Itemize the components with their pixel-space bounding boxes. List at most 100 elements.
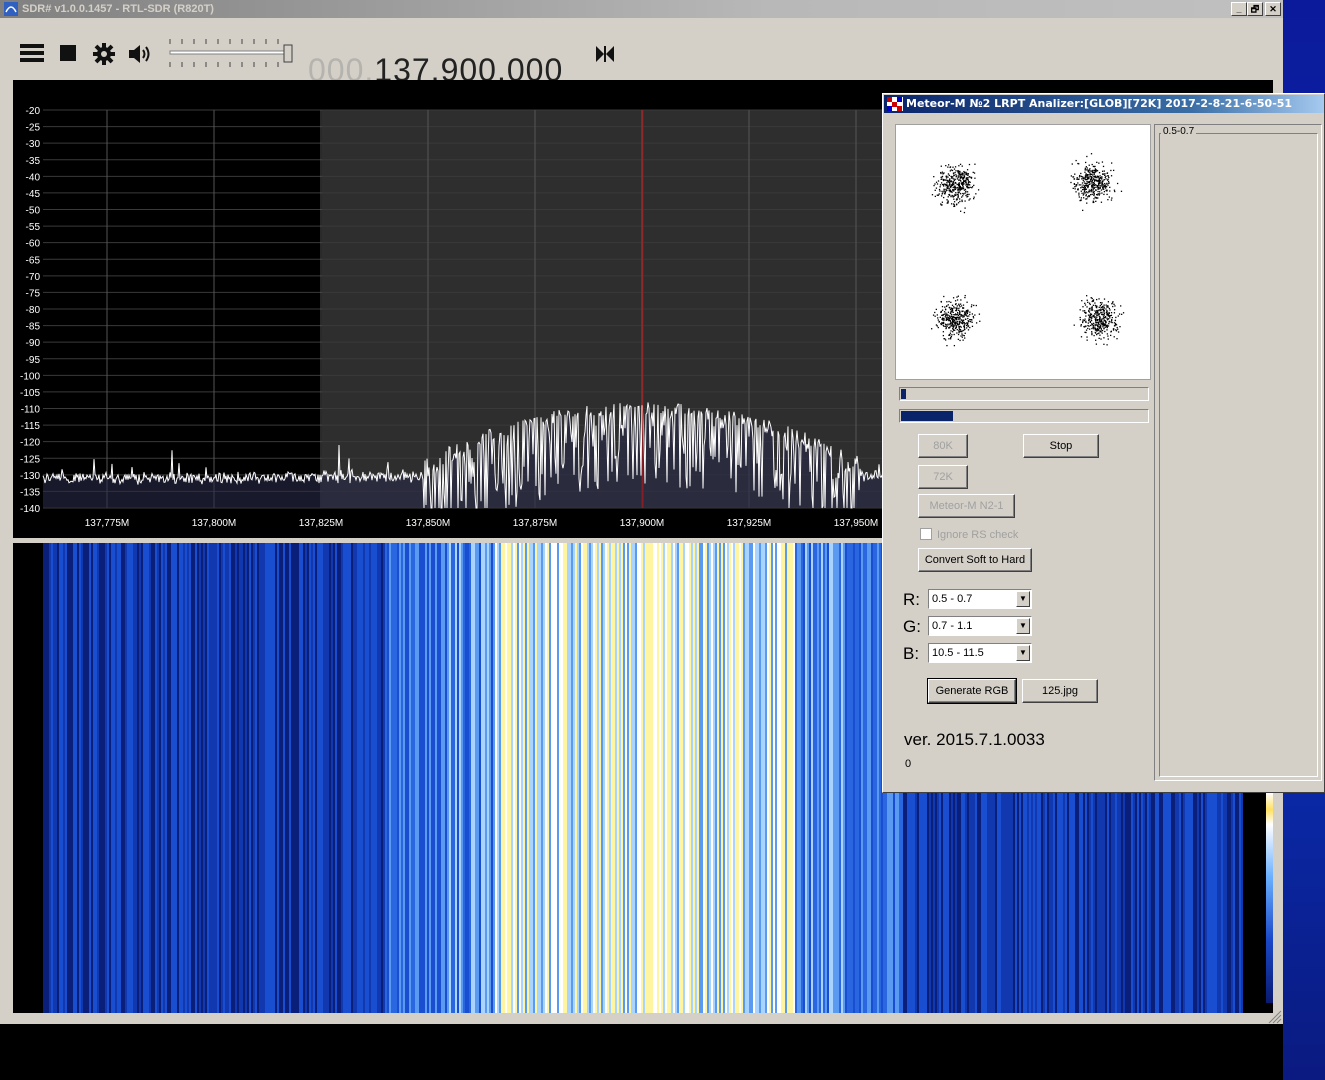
waterfall-strip [551, 543, 553, 1013]
waterfall-strip [795, 543, 797, 1013]
stop-icon[interactable] [59, 42, 77, 64]
constellation-point [954, 194, 956, 197]
resize-grip-icon[interactable] [1268, 1010, 1282, 1024]
constellation-point [950, 301, 952, 303]
waterfall-strip [491, 543, 493, 1013]
waterfall-strip [543, 543, 545, 1013]
constellation-point [1084, 304, 1087, 306]
constellation-point [948, 300, 950, 303]
constellation-point [956, 332, 958, 334]
checkbox-icon[interactable] [920, 528, 932, 540]
constellation-point [965, 194, 967, 197]
waterfall-strip [791, 543, 793, 1013]
constellation-point [1090, 170, 1092, 172]
waterfall-strip [409, 543, 411, 1013]
waterfall-strip [525, 543, 527, 1013]
constellation-point [1110, 312, 1113, 314]
constellation-point [948, 194, 950, 196]
waterfall-strip [561, 543, 563, 1013]
constellation-point [1101, 332, 1103, 334]
constellation-point [963, 180, 965, 183]
waterfall-strip [669, 543, 671, 1013]
constellation-point [944, 306, 946, 308]
constellation-point [962, 184, 964, 186]
minimize-button[interactable]: _ [1231, 2, 1247, 16]
r-channel-select[interactable]: 0.5 - 0.7 ▼ [928, 589, 1032, 609]
waterfall-strip [231, 543, 233, 1013]
waterfall-strip [291, 543, 293, 1013]
constellation-point [940, 301, 943, 303]
chevron-down-icon[interactable]: ▼ [1016, 618, 1030, 634]
meteor-m-n2-1-button[interactable]: Meteor-M N2-1 [918, 494, 1015, 518]
waterfall-strip [115, 543, 117, 1013]
constellation-point [1087, 322, 1089, 324]
constellation-point [1089, 168, 1091, 170]
constellation-point [1081, 186, 1083, 188]
constellation-point [1095, 200, 1097, 202]
btn-72k[interactable]: 72K [918, 465, 968, 489]
menu-icon[interactable] [20, 42, 44, 64]
constellation-point [1081, 192, 1083, 194]
constellation-point [1116, 326, 1118, 329]
speaker-icon[interactable] [127, 42, 153, 66]
constellation-point [959, 175, 961, 177]
restore-button[interactable]: 🗗 [1247, 2, 1263, 16]
constellation-point [1085, 331, 1087, 334]
constellation-point [972, 198, 975, 200]
waterfall-strip [717, 543, 719, 1013]
waterfall-strip [757, 543, 759, 1013]
constellation-point [1095, 313, 1097, 315]
chevron-down-icon[interactable]: ▼ [1016, 645, 1030, 661]
constellation-point [1087, 186, 1089, 189]
waterfall-strip [867, 543, 869, 1013]
constellation-point [1111, 303, 1113, 305]
constellation-point [964, 207, 966, 209]
constellation-point [1092, 178, 1094, 180]
constellation-point [1099, 186, 1101, 189]
waterfall-strip [63, 543, 65, 1013]
constellation-point [1099, 316, 1101, 318]
constellation-point [1086, 155, 1088, 158]
gear-icon[interactable] [92, 42, 116, 66]
constellation-point [940, 322, 942, 325]
waterfall-strip [129, 543, 131, 1013]
generate-rgb-button[interactable]: Generate RGB [927, 678, 1017, 704]
waterfall-strip [505, 543, 507, 1013]
constellation-point [1114, 319, 1116, 322]
waterfall-strip [173, 543, 175, 1013]
constellation-point [969, 186, 971, 189]
constellation-point [934, 315, 936, 317]
waterfall-strip [693, 543, 695, 1013]
image-file-button[interactable]: 125.jpg [1022, 679, 1098, 703]
waterfall-strip [321, 543, 323, 1013]
ignore-rs-check[interactable]: Ignore RS check [920, 528, 1018, 541]
constellation-point [971, 325, 974, 328]
waterfall-strip [465, 543, 467, 1013]
constellation-point [950, 330, 952, 332]
constellation-point [1099, 191, 1101, 193]
close-button[interactable]: ✕ [1265, 2, 1281, 16]
constellation-point [1084, 182, 1086, 185]
swap-icon[interactable] [594, 44, 616, 64]
convert-soft-to-hard-button[interactable]: Convert Soft to Hard [918, 548, 1032, 572]
chevron-down-icon[interactable]: ▼ [1016, 591, 1030, 607]
waterfall-strip [787, 543, 789, 1013]
g-channel-select[interactable]: 0.7 - 1.1 ▼ [928, 616, 1032, 636]
waterfall-strip [627, 543, 629, 1013]
waterfall-strip [349, 543, 351, 1013]
constellation-point [943, 189, 945, 191]
constellation-point [1103, 306, 1105, 308]
b-channel-select[interactable]: 10.5 - 11.5 ▼ [928, 643, 1032, 663]
btn-80k[interactable]: 80K [918, 434, 968, 458]
constellation-point [943, 338, 945, 340]
volume-slider[interactable] [168, 36, 296, 70]
constellation-point [1098, 162, 1100, 164]
constellation-point [1096, 319, 1099, 322]
waterfall-strip [623, 543, 625, 1013]
constellation-point [1085, 185, 1088, 187]
constellation-point [941, 192, 944, 194]
constellation-point [956, 198, 958, 200]
waterfall-strip [149, 543, 151, 1013]
waterfall-strip [411, 543, 413, 1013]
stop-button[interactable]: Stop [1023, 434, 1099, 458]
